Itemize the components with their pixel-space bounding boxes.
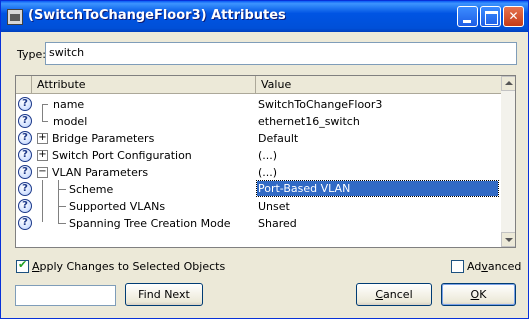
attributes-dialog: (SwitchToChangeFloor3) Attributes ✕ Type…	[0, 0, 529, 319]
apply-changes-checkbox[interactable]	[16, 258, 29, 273]
attribute-row-name[interactable]: ? name SwitchToChangeFloor3	[16, 96, 501, 113]
ok-mnemonic: O	[470, 288, 480, 301]
attribute-name: Bridge Parameters	[52, 132, 155, 145]
attribute-name: Scheme	[69, 183, 114, 196]
attribute-name: Supported VLANs	[69, 200, 166, 213]
attribute-grid[interactable]: Attribute Value ? name SwitchToChangeFlo…	[15, 75, 516, 248]
attribute-row-vlan-parameters[interactable]: ? − VLAN Parameters (...)	[16, 164, 501, 181]
grid-header: Attribute Value	[16, 76, 501, 94]
help-icon[interactable]: ?	[18, 97, 32, 111]
header-blank-cell	[16, 76, 32, 94]
attribute-column-header[interactable]: Attribute	[32, 76, 256, 94]
type-input[interactable]: switch	[45, 42, 517, 65]
advanced-text-rest: anced	[487, 260, 522, 273]
ok-button[interactable]: OK	[441, 283, 516, 306]
help-icon[interactable]: ?	[18, 216, 32, 230]
attribute-name: VLAN Parameters	[52, 166, 149, 179]
cancel-text: ancel	[383, 288, 413, 301]
attribute-name: Switch Port Configuration	[52, 149, 192, 162]
help-icon[interactable]: ?	[18, 131, 32, 145]
help-icon[interactable]: ?	[18, 199, 32, 213]
attribute-row-model[interactable]: ? model ethernet16_switch	[16, 113, 501, 130]
value-column-header[interactable]: Value	[256, 76, 501, 94]
help-icon[interactable]: ?	[18, 182, 32, 196]
advanced-checkbox[interactable]	[451, 260, 464, 273]
attribute-value[interactable]: Shared	[258, 217, 297, 230]
attribute-row-scheme[interactable]: ? Scheme Port-Based VLAN	[16, 180, 501, 198]
help-icon[interactable]: ?	[18, 165, 32, 179]
maximize-button[interactable]	[480, 6, 501, 27]
scroll-up-arrow-icon[interactable]	[501, 76, 515, 91]
find-next-button[interactable]: Find Next	[125, 283, 203, 306]
vertical-scrollbar[interactable]	[501, 76, 515, 247]
advanced-label[interactable]: Advanced	[467, 260, 521, 273]
type-label: Type:	[17, 48, 46, 61]
title-bar[interactable]: (SwitchToChangeFloor3) Attributes ✕	[1, 1, 528, 32]
attribute-value[interactable]: Unset	[258, 200, 290, 213]
expand-icon[interactable]: +	[37, 150, 48, 161]
help-icon[interactable]: ?	[18, 148, 32, 162]
expand-icon[interactable]: +	[37, 133, 48, 144]
attribute-value[interactable]: (...)	[258, 166, 277, 179]
ok-text: K	[479, 288, 487, 301]
attribute-row-switch-port-configuration[interactable]: ? + Switch Port Configuration (...)	[16, 147, 501, 164]
attribute-value[interactable]: SwitchToChangeFloor3	[258, 98, 382, 111]
minimize-button[interactable]	[457, 6, 478, 27]
attribute-value-selected[interactable]: Port-Based VLAN	[256, 180, 499, 197]
app-icon	[7, 9, 23, 25]
apply-changes-label[interactable]: Apply Changes to Selected Objects	[32, 260, 225, 273]
advanced-text-pre: Ad	[467, 260, 482, 273]
collapse-icon[interactable]: −	[37, 167, 48, 178]
close-button[interactable]: ✕	[503, 6, 524, 27]
attribute-value[interactable]: Default	[258, 132, 298, 145]
attribute-name: Spanning Tree Creation Mode	[69, 217, 231, 230]
scroll-down-arrow-icon[interactable]	[501, 232, 515, 247]
apply-changes-mnemonic: A	[32, 260, 40, 273]
attribute-name: model	[53, 115, 88, 128]
attribute-value[interactable]: (...)	[258, 149, 277, 162]
attribute-value[interactable]: ethernet16_switch	[258, 115, 360, 128]
help-icon[interactable]: ?	[18, 114, 32, 128]
attribute-name: name	[53, 98, 85, 111]
attribute-row-bridge-parameters[interactable]: ? + Bridge Parameters Default	[16, 130, 501, 147]
attribute-row-spanning-tree-creation-mode[interactable]: ? Spanning Tree Creation Mode Shared	[16, 215, 501, 232]
find-input[interactable]	[15, 285, 116, 306]
attribute-row-supported-vlans[interactable]: ? Supported VLANs Unset	[16, 198, 501, 215]
apply-changes-text: pply Changes to Selected Objects	[39, 260, 226, 273]
window-title: (SwitchToChangeFloor3) Attributes	[28, 8, 286, 23]
cancel-mnemonic: C	[375, 288, 384, 301]
cancel-button[interactable]: Cancel	[356, 283, 432, 306]
